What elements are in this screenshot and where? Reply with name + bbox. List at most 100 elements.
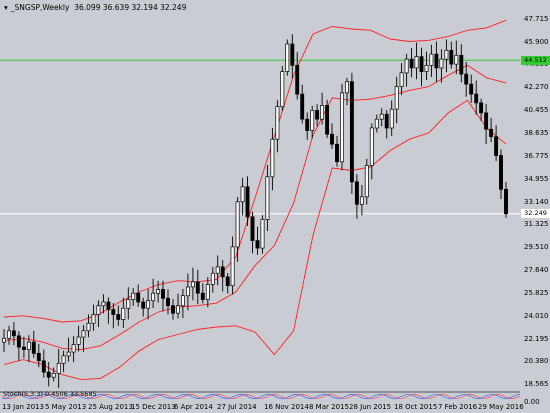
date-tick-label: 15 Dec 2013 <box>131 403 176 411</box>
bullish-candle <box>91 314 96 324</box>
bearish-candle <box>305 118 310 131</box>
bullish-candle <box>320 105 325 120</box>
bearish-candle <box>11 330 16 337</box>
bearish-candle <box>499 155 503 190</box>
price-tick-label: 47.715 <box>524 15 549 24</box>
bullish-candle <box>280 71 285 108</box>
bullish-candle <box>76 336 81 345</box>
bearish-candle <box>315 110 320 120</box>
bullish-candle <box>210 272 215 285</box>
bullish-candle <box>379 113 384 120</box>
bearish-candle <box>116 314 121 320</box>
bullish-candle <box>61 355 66 364</box>
bearish-candle <box>300 93 305 120</box>
price-tick-label: 45.900 <box>524 37 549 46</box>
bullish-candle <box>399 72 404 87</box>
bearish-candle <box>335 143 339 163</box>
bearish-candle <box>200 292 205 300</box>
price-tick-label: 24.010 <box>524 311 549 320</box>
bullish-candle <box>369 127 374 166</box>
bearish-candle <box>225 276 230 287</box>
chevron-down-icon[interactable]: ▾ <box>4 3 8 12</box>
bearish-candle <box>166 297 170 307</box>
bearish-candle <box>290 43 295 66</box>
bullish-candle <box>146 300 151 309</box>
bearish-candle <box>469 83 474 95</box>
price-tick-label: 36.775 <box>524 152 549 161</box>
bullish-candle <box>180 295 185 307</box>
symbol-label: _SNGSP,Weekly <box>10 3 70 12</box>
bullish-candle <box>310 110 315 131</box>
bullish-candle <box>275 106 280 140</box>
bullish-candle <box>71 344 76 353</box>
date-tick-label: 16 Nov 2014 <box>264 403 309 411</box>
bullish-candle <box>215 266 220 274</box>
bullish-candle <box>121 307 126 320</box>
bearish-candle <box>354 181 359 205</box>
price-tick-label: 33.140 <box>524 197 549 206</box>
bearish-candle <box>295 64 300 95</box>
price-tick-label: 22.195 <box>524 334 549 343</box>
bearish-candle <box>484 112 489 130</box>
bearish-candle <box>255 240 260 249</box>
bearish-candle <box>161 289 165 299</box>
bearish-candle <box>250 216 255 241</box>
bearish-candle <box>479 102 484 114</box>
price-tick-label: 31.325 <box>524 220 549 229</box>
bullish-candle <box>364 165 369 198</box>
price-tick-label: 34.955 <box>524 174 549 183</box>
bullish-candle <box>7 330 11 339</box>
bullish-candle <box>340 92 344 163</box>
bullish-candle <box>51 373 56 378</box>
bearish-candle <box>325 105 330 135</box>
chart-title: ▾ _SNGSP,Weekly 36.099 36.639 32.194 32.2… <box>4 3 186 12</box>
bearish-candle <box>494 136 499 156</box>
bullish-candle <box>444 49 449 60</box>
bullish-candle <box>389 108 394 129</box>
bearish-candle <box>459 54 464 75</box>
date-tick-label: 13 Jan 2013 <box>2 403 44 411</box>
price-tick-label: 38.635 <box>524 128 549 137</box>
bullish-candle <box>374 118 379 129</box>
price-tick-label: 27.640 <box>524 266 549 275</box>
bullish-candle <box>424 64 429 72</box>
bearish-candle <box>384 113 389 129</box>
bullish-candle <box>66 351 71 357</box>
bullish-candle <box>205 284 210 300</box>
bullish-candle <box>2 337 6 343</box>
price-chart-plot[interactable] <box>0 0 520 413</box>
bearish-candle <box>434 53 439 69</box>
price-tick-label: 42.270 <box>524 83 549 92</box>
price-tick-label: 25.825 <box>524 289 549 298</box>
bearish-candle <box>419 56 424 72</box>
bullish-candle <box>429 53 434 66</box>
bearish-candle <box>245 186 250 218</box>
price-tick-label: 18.565 <box>524 380 549 389</box>
bearish-candle <box>504 188 508 215</box>
bullish-candle <box>101 301 106 307</box>
bearish-candle <box>141 301 146 309</box>
bullish-candle <box>240 186 245 203</box>
bearish-candle <box>31 341 36 354</box>
bearish-candle <box>171 305 175 314</box>
date-tick-label: 29 May 2016 <box>478 403 524 411</box>
bullish-candle <box>176 305 180 314</box>
bearish-candle <box>36 352 41 362</box>
bearish-candle <box>449 49 454 65</box>
bearish-candle <box>220 266 225 278</box>
bearish-candle <box>16 335 21 348</box>
bullish-candle <box>81 330 86 338</box>
green-level-badge: 44.512 <box>521 55 550 65</box>
bullish-candle <box>345 81 349 94</box>
bullish-candle <box>285 43 290 72</box>
date-tick-label: 25 Aug 2013 <box>88 403 133 411</box>
bearish-candle <box>409 58 414 69</box>
current-price-badge: 32.249 <box>521 209 550 219</box>
indicator-label: Stoch(5,3,3) 0.4506 33.5685 <box>3 390 97 398</box>
bullish-candle <box>26 341 31 350</box>
bearish-candle <box>489 128 494 138</box>
date-tick-label: 5 May 2013 <box>45 403 87 411</box>
bullish-candle <box>270 138 275 178</box>
bullish-candle <box>414 56 419 69</box>
bearish-candle <box>136 292 141 303</box>
